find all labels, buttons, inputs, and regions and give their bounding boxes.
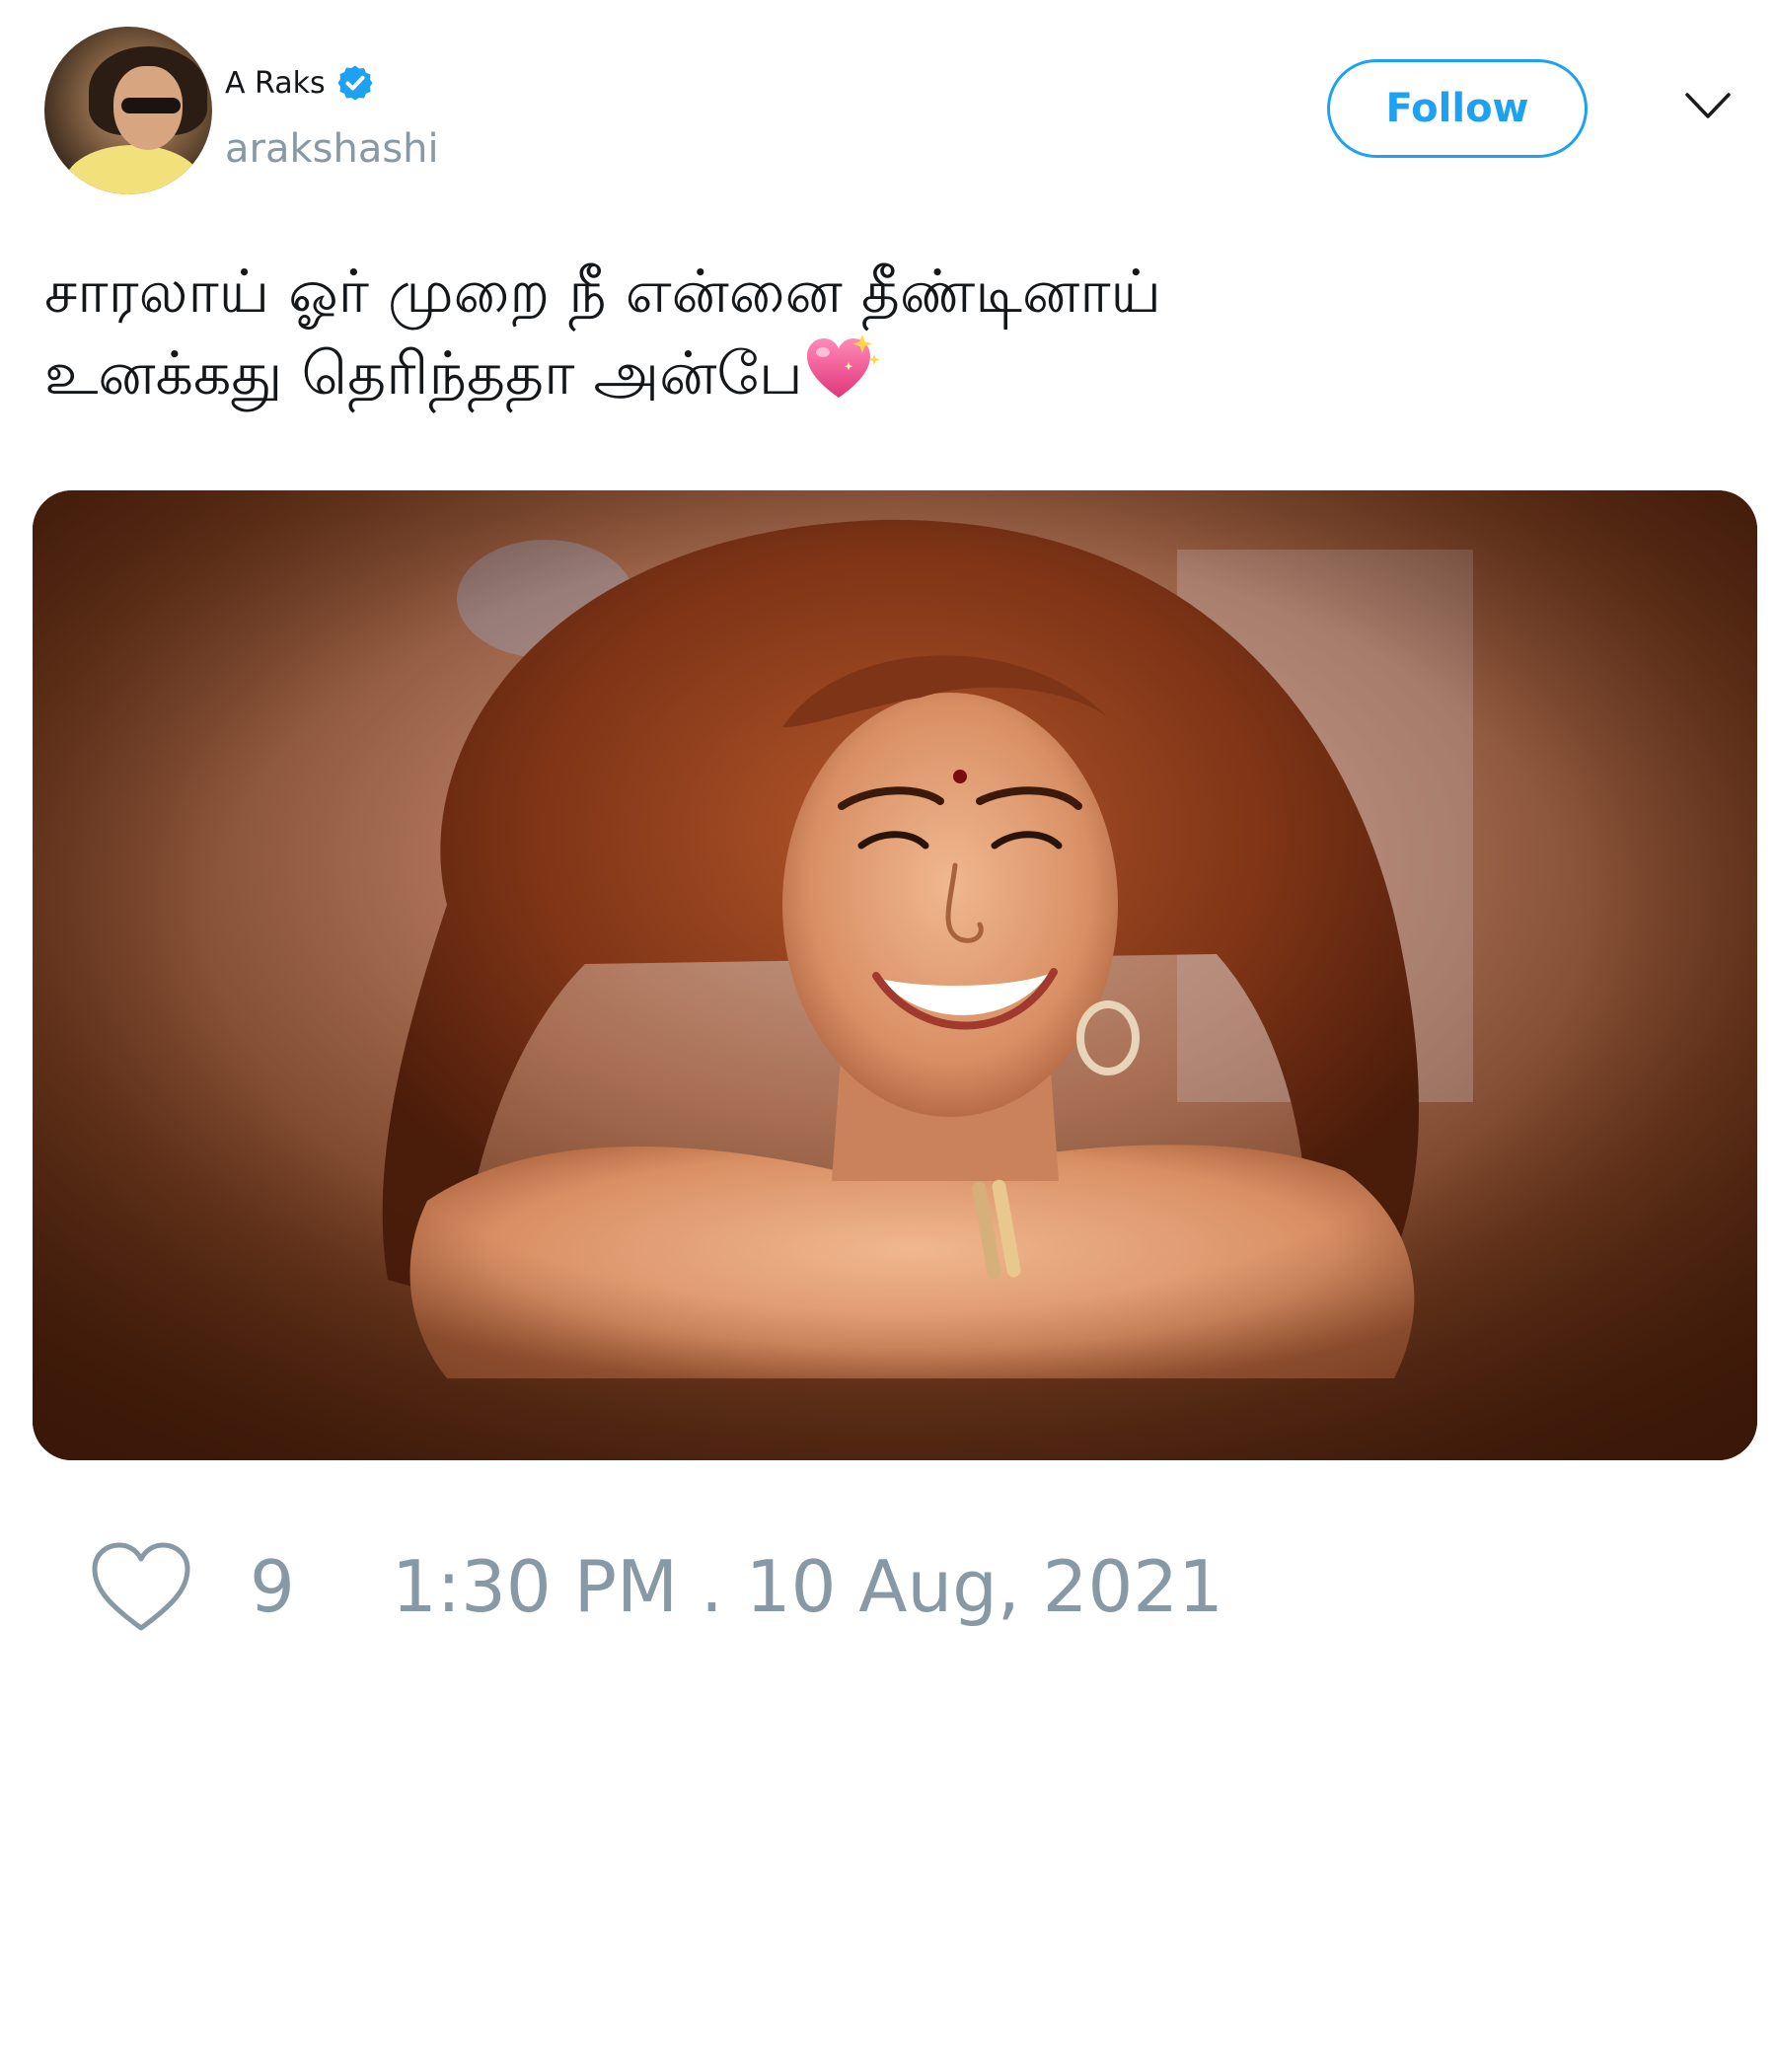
photo-illustration (33, 490, 1757, 1460)
tweet-text-line-2-content: உனக்கது தெரிந்ததா அன்பே (44, 339, 803, 408)
follow-button[interactable]: Follow (1327, 59, 1588, 158)
tweet-timestamp[interactable]: 1:30 PM . 10 Aug, 2021 (392, 1545, 1223, 1628)
author-handle[interactable]: arakshashi (225, 126, 439, 172)
chevron-down-icon[interactable] (1683, 87, 1733, 126)
tweet-media-photo[interactable] (33, 490, 1757, 1460)
tweet-text-line-2: உனக்கது தெரிந்ததா அன்பே (44, 333, 1722, 414)
tweet-text: சாரலாய் ஓர் முறை நீ என்னை தீண்டினாய் உனக… (44, 252, 1722, 414)
heart-icon[interactable] (89, 1539, 193, 1634)
sparkling-heart-icon (806, 334, 880, 398)
author-name-row: A Raks (225, 63, 375, 103)
tweet-text-line-1: சாரலாய் ஓர் முறை நீ என்னை தீண்டினாய் (44, 258, 1162, 327)
like-count: 9 (250, 1545, 295, 1628)
verified-badge-icon (337, 65, 373, 101)
tweet-card: A Raks arakshashi Follow சாரலாய் ஓர் முற… (0, 0, 1776, 2072)
display-name[interactable]: A Raks (225, 66, 326, 101)
avatar[interactable] (44, 27, 212, 194)
avatar-shirt (64, 145, 202, 194)
avatar-glasses (121, 98, 181, 113)
